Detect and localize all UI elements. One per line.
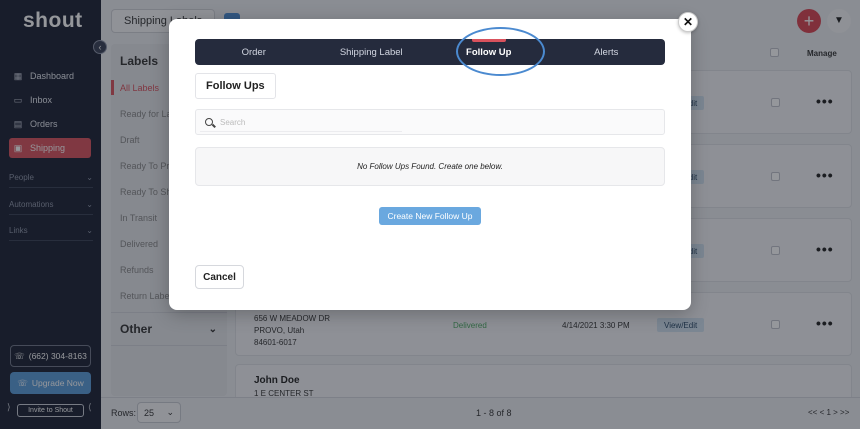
follow-up-modal: Order Shipping Label Follow Up Alerts Fo… <box>169 19 691 310</box>
search-icon <box>204 117 216 129</box>
search-container <box>195 109 665 135</box>
close-icon[interactable]: ✕ <box>678 12 698 32</box>
modal-tabbar: Order Shipping Label Follow Up Alerts <box>195 39 665 65</box>
section-title: Follow Ups <box>195 73 276 99</box>
search-bar[interactable] <box>200 114 402 132</box>
empty-state-message: No Follow Ups Found. Create one below. <box>195 147 665 186</box>
tab-order[interactable]: Order <box>195 39 313 65</box>
create-follow-up-button[interactable]: Create New Follow Up <box>379 207 481 225</box>
cancel-button[interactable]: Cancel <box>195 265 244 289</box>
search-input[interactable] <box>220 118 400 127</box>
tab-alerts[interactable]: Alerts <box>548 39 666 65</box>
tab-shipping-label[interactable]: Shipping Label <box>313 39 431 65</box>
tab-highlight-circle <box>456 27 545 76</box>
